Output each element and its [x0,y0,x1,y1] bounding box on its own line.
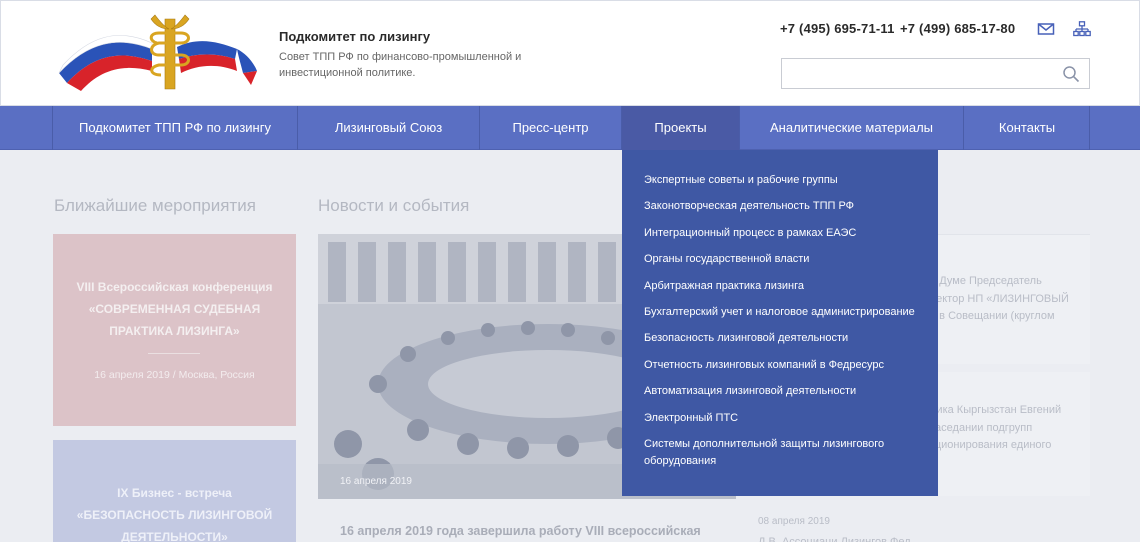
side-news-next: Д.В. Ассоциаци Лизингов Фед... [758,536,920,542]
search-input[interactable] [782,59,1052,88]
events-section-title: Ближайшие мероприятия [54,196,256,215]
site-header: Подкомитет по лизингу Совет ТПП РФ по фи… [0,0,1140,106]
nav-item-leasing-union[interactable]: Лизинговый Союз [297,106,479,150]
side-news-date: 08 апреля 2019 [758,516,830,527]
ttp-emblem-logo[interactable] [57,13,263,91]
main-nav: Подкомитет ТПП РФ по лизингу Лизинговый … [0,106,1140,150]
event-card[interactable]: VIII Всероссийская конференция «СОВРЕМЕН… [53,234,296,426]
event-title: IX Бизнес - встреча «БЕЗОПАСНОСТЬ ЛИЗИНГ… [76,486,273,542]
dropdown-item-electronic-pts[interactable]: Электронный ПТС [622,410,938,428]
dropdown-item-security[interactable]: Безопасность лизинговой деятельности [622,330,938,348]
search-box [781,58,1090,89]
event-divider [148,353,200,354]
dropdown-item-accounting[interactable]: Бухгалтерский учет и налоговое администр… [622,304,938,322]
dropdown-item-automation[interactable]: Автоматизация лизинговой деятельности [622,383,938,401]
dropdown-item-expert-councils[interactable]: Экспертные советы и рабочие группы [622,172,938,190]
projects-dropdown-menu: Экспертные советы и рабочие группы Закон… [622,150,938,496]
phone-number-2[interactable]: +7 (499) 685-17-80 [900,21,1015,36]
event-place: Москва, Россия [178,369,255,381]
event-date: 16 апреля 2019 [94,369,170,381]
nav-item-press-center[interactable]: Пресс-центр [479,106,621,150]
news-headline[interactable]: 16 апреля 2019 года завершила работу VII… [340,524,720,538]
nav-item-analytics[interactable]: Аналитические материалы [739,106,963,150]
side-news-text: й Думе Председатель ректор НП «ЛИЗИНГОВЫ… [930,275,1069,322]
event-card[interactable]: IX Бизнес - встреча «БЕЗОПАСНОСТЬ ЛИЗИНГ… [53,440,296,542]
search-icon[interactable] [1062,65,1080,83]
dropdown-item-legislative[interactable]: Законотворческая деятельность ТПП РФ [622,198,938,216]
phone-number-1[interactable]: +7 (495) 695-71-11 [780,21,895,36]
org-title: Подкомитет по лизингу [279,29,431,44]
news-section-title: Новости и события [318,196,470,215]
dropdown-item-arbitration[interactable]: Арбитражная практика лизинга [622,278,938,296]
dropdown-item-equipment-protection[interactable]: Системы дополнительной защиты лизинговог… [622,436,938,471]
dropdown-item-government[interactable]: Органы государственной власти [622,251,938,269]
event-meta: 16 апреля 2019 / Москва, Россия [53,369,296,381]
org-subtitle: Совет ТПП РФ по финансово-промышленной и… [279,51,522,79]
photo-date: 16 апреля 2019 [340,476,412,487]
nav-divider [1089,106,1090,150]
nav-item-contacts[interactable]: Контакты [963,106,1090,150]
event-title: VIII Всероссийская конференция «СОВРЕМЕН… [76,280,273,338]
sitemap-icon[interactable] [1073,21,1091,37]
nav-item-subcommittee[interactable]: Подкомитет ТПП РФ по лизингу [52,106,297,150]
side-news-text: лика Кыргызстан Евгений заседании подгру… [930,404,1062,451]
mail-icon[interactable] [1037,21,1055,37]
nav-item-projects[interactable]: Проекты [621,106,739,150]
dropdown-item-fedresurs[interactable]: Отчетность лизинговых компаний в Федресу… [622,357,938,375]
dropdown-item-eaeu[interactable]: Интеграционный процесс в рамках ЕАЭС [622,225,938,243]
